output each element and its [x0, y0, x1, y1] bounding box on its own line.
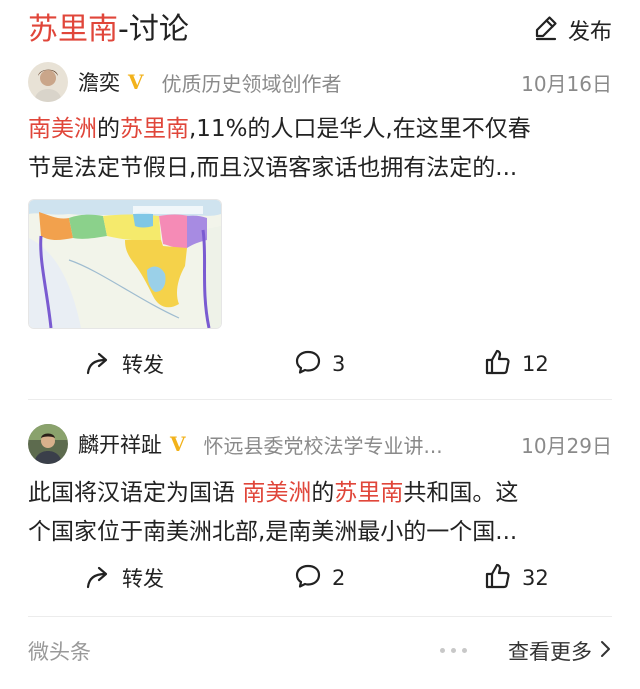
content-line-2: 个国家位于南美洲北部,是南美洲最小的一个国... — [28, 519, 518, 545]
like-count: 32 — [522, 566, 549, 590]
verified-badge: V — [170, 432, 186, 456]
keyword-highlight: 南美洲 — [242, 480, 312, 506]
publish-button[interactable]: 发布 — [532, 13, 612, 47]
keyword-highlight: 苏里南 — [334, 480, 404, 506]
post-content[interactable]: 此国将汉语定为国语 南美洲的苏里南共和国。这 个国家位于南美洲北部,是南美洲最小… — [28, 474, 612, 552]
post-content[interactable]: 南美洲的苏里南,11%的人口是华人,在这里不仅春 节是法定节假日,而且汉语客家话… — [28, 110, 612, 188]
content-line-2: 节是法定节假日,而且汉语客家话也拥有法定的... — [28, 155, 518, 181]
post-date: 10月16日 — [521, 71, 612, 96]
content-text: 共和国。这 — [403, 480, 519, 506]
footer: 微头条 查看更多 — [0, 630, 640, 670]
author-row: 澹奕 V 优质历史领域创作者 10月16日 — [28, 60, 612, 104]
title-suffix: -讨论 — [118, 12, 189, 47]
post-date: 10月29日 — [521, 433, 612, 458]
content-text: ,11%的人口是华人,在这里不仅春 — [189, 116, 531, 142]
share-icon — [84, 348, 112, 381]
divider — [28, 616, 612, 617]
comment-button[interactable]: 3 — [294, 344, 345, 384]
map-image[interactable] — [28, 199, 222, 329]
source-label: 微头条 — [28, 640, 91, 664]
like-button[interactable]: 12 — [484, 344, 549, 384]
title-highlight: 苏里南 — [28, 12, 118, 47]
author-row: 麟开祥趾 V 怀远县委党校法学专业讲... 10月29日 — [28, 422, 612, 466]
post-actions: 转发 2 32 — [0, 558, 640, 598]
like-icon — [484, 348, 512, 381]
comment-icon — [294, 562, 322, 595]
more-options-icon[interactable] — [440, 648, 467, 653]
keyword-highlight: 苏里南 — [120, 116, 189, 142]
comment-count: 2 — [332, 566, 346, 590]
keyword-highlight: 南美洲 — [28, 116, 97, 142]
view-more-link[interactable]: 查看更多 — [508, 636, 612, 666]
avatar[interactable] — [28, 62, 68, 102]
edit-icon — [532, 13, 560, 47]
share-label: 转发 — [122, 353, 164, 377]
author-name[interactable]: 澹奕 — [78, 67, 120, 97]
publish-label: 发布 — [567, 20, 612, 45]
content-text: 此国将汉语定为国语 — [28, 480, 243, 506]
share-button[interactable]: 转发 — [84, 558, 164, 598]
share-icon — [84, 562, 112, 595]
author-description: 怀远县委党校法学专业讲... — [203, 433, 443, 458]
chevron-right-icon — [598, 639, 612, 664]
content-line-1: 南美洲的苏里南,11%的人口是华人,在这里不仅春 — [28, 110, 612, 149]
like-button[interactable]: 32 — [484, 558, 549, 598]
post-actions: 转发 3 12 — [0, 344, 640, 384]
share-button[interactable]: 转发 — [84, 344, 164, 384]
author-name[interactable]: 麟开祥趾 — [78, 429, 162, 459]
like-count: 12 — [522, 352, 549, 376]
author-description: 优质历史领域创作者 — [161, 71, 342, 96]
verified-badge: V — [128, 70, 144, 94]
share-label: 转发 — [122, 567, 164, 591]
page-title: 苏里南-讨论 — [28, 10, 189, 50]
content-line-1: 此国将汉语定为国语 南美洲的苏里南共和国。这 — [28, 474, 612, 513]
like-icon — [484, 562, 512, 595]
header: 苏里南-讨论 发布 — [0, 0, 640, 60]
comment-icon — [294, 348, 322, 381]
divider — [28, 399, 612, 400]
comment-button[interactable]: 2 — [294, 558, 345, 598]
content-text: 的 — [97, 116, 120, 142]
avatar[interactable] — [28, 424, 68, 464]
view-more-label: 查看更多 — [508, 640, 592, 664]
comment-count: 3 — [332, 352, 346, 376]
content-text: 的 — [311, 480, 335, 506]
